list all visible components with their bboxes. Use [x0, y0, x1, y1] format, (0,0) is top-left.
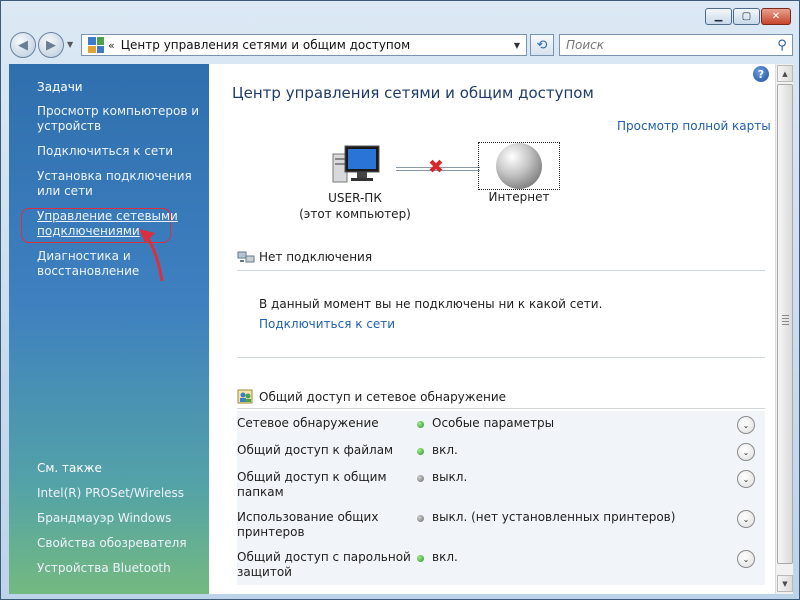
address-dropdown-icon[interactable]: ▼: [508, 41, 526, 50]
control-panel-icon: [88, 37, 104, 53]
vertical-scrollbar[interactable]: ▲ ▼: [775, 64, 793, 594]
scroll-grip-icon: [782, 315, 789, 327]
help-icon[interactable]: ?: [753, 66, 769, 82]
status-on-icon: [417, 555, 424, 562]
breadcrumb-chevron-icon[interactable]: «: [108, 39, 115, 52]
status-off-icon: [417, 515, 424, 522]
globe-icon: [496, 143, 542, 189]
sharing-settings-table: Сетевое обнаружение Особые параметры ⌄ О…: [237, 411, 765, 585]
network-disconnected-icon: [237, 251, 255, 263]
refresh-icon: ⟲: [536, 37, 548, 53]
minimize-icon: ▁: [714, 10, 723, 22]
sharing-row-label: Общий доступ с парольной защитой: [237, 550, 411, 579]
chevron-down-icon: ⌄: [742, 514, 750, 524]
close-icon: ✕: [771, 10, 781, 22]
address-bar[interactable]: « Центр управления сетями и общим доступ…: [81, 34, 527, 56]
sharing-row-label: Использование общих принтеров: [237, 510, 379, 539]
expand-button[interactable]: ⌄: [737, 470, 755, 488]
search-box[interactable]: ⚲: [559, 34, 793, 56]
sidebar-item-diagnostics[interactable]: Диагностика и восстановление: [37, 249, 202, 279]
no-connection-header: Нет подключения: [237, 249, 372, 265]
computer-icon: [332, 145, 380, 183]
address-text[interactable]: Центр управления сетями и общим доступом: [121, 38, 508, 52]
sharing-row-printer-sharing: Использование общих принтеров выкл. (нет…: [237, 505, 765, 545]
caption-buttons: ▁ ▢ ✕: [705, 8, 791, 25]
sharing-row-label: Сетевое обнаружение: [237, 416, 379, 430]
divider: [237, 408, 765, 409]
main-content: ? Центр управления сетями и общим доступ…: [209, 64, 775, 594]
forward-arrow-icon: ▶: [46, 37, 56, 53]
sharing-row-value: Особые параметры: [432, 416, 555, 430]
sharing-row-network-discovery: Сетевое обнаружение Особые параметры ⌄: [237, 411, 765, 438]
sharing-header: Общий доступ и сетевое обнаружение: [237, 389, 506, 405]
scroll-thumb[interactable]: [777, 84, 793, 564]
navigation-bar: ◀ ▶ ▼ « Центр управления сетями и общим …: [9, 31, 793, 59]
back-button[interactable]: ◀: [10, 32, 36, 58]
back-arrow-icon: ◀: [18, 37, 28, 53]
refresh-button[interactable]: ⟲: [530, 34, 554, 56]
close-button[interactable]: ✕: [761, 8, 791, 25]
view-full-map-link[interactable]: Просмотр полной карты: [617, 119, 771, 133]
scroll-up-button[interactable]: ▲: [777, 65, 793, 82]
see-also-title: См. также: [37, 461, 102, 475]
page-title: Центр управления сетями и общим доступом: [232, 84, 594, 102]
sidebar-item-intel-proset[interactable]: Intel(R) PROSet/Wireless: [37, 486, 202, 501]
sidebar-item-bluetooth[interactable]: Устройства Bluetooth: [37, 561, 202, 576]
divider: [237, 270, 765, 271]
chevron-down-icon: ⌄: [742, 554, 750, 564]
sidebar-item-internet-options[interactable]: Свойства обозревателя: [37, 536, 202, 551]
sharing-title: Общий доступ и сетевое обнаружение: [259, 390, 507, 404]
minimize-button[interactable]: ▁: [705, 8, 732, 25]
maximize-button[interactable]: ▢: [733, 8, 760, 25]
sharing-row-file-sharing: Общий доступ к файлам вкл. ⌄: [237, 438, 765, 465]
scroll-down-button[interactable]: ▼: [777, 575, 793, 592]
status-on-icon: [417, 421, 424, 428]
disconnected-x-icon[interactable]: ✖: [428, 156, 444, 178]
maximize-icon: ▢: [741, 10, 752, 22]
computer-label: USER-ПК (этот компьютер): [289, 190, 421, 222]
sharing-row-value: вкл.: [432, 443, 458, 457]
recent-pages-dropdown[interactable]: ▼: [67, 40, 73, 49]
connect-to-network-link[interactable]: Подключиться к сети: [259, 317, 395, 331]
sidebar-item-setup-connection[interactable]: Установка подключения или сети: [37, 169, 202, 199]
sharing-row-value: выкл.: [432, 470, 468, 484]
search-input[interactable]: [560, 38, 772, 52]
status-on-icon: [417, 448, 424, 455]
computer-caption: (этот компьютер): [299, 207, 411, 221]
sharing-row-password-protection: Общий доступ с парольной защитой вкл. ⌄: [237, 545, 765, 585]
search-icon[interactable]: ⚲: [772, 38, 792, 53]
status-off-icon: [417, 475, 424, 482]
expand-button[interactable]: ⌄: [737, 510, 755, 528]
chevron-down-icon: ⌄: [742, 447, 750, 457]
expand-button[interactable]: ⌄: [737, 550, 755, 568]
chevron-down-icon: ⌄: [742, 420, 750, 430]
sharing-users-icon: [237, 389, 253, 404]
internet-label: Интернет: [488, 190, 550, 204]
task-pane: Задачи Просмотр компьютеров и устройств …: [9, 64, 209, 594]
sharing-row-value: выкл. (нет установленных принтеров): [432, 510, 676, 524]
tasks-title: Задачи: [37, 80, 83, 94]
sidebar-item-view-computers[interactable]: Просмотр компьютеров и устройств: [37, 104, 202, 134]
divider: [237, 357, 765, 358]
sharing-row-label: Общий доступ к общим папкам: [237, 470, 387, 499]
computer-name: USER-ПК: [328, 191, 382, 205]
sharing-row-public-folders: Общий доступ к общим папкам выкл. ⌄: [237, 465, 765, 505]
sidebar-item-firewall[interactable]: Брандмауэр Windows: [37, 511, 202, 526]
forward-button[interactable]: ▶: [38, 32, 64, 58]
no-connection-message: В данный момент вы не подключены ни к ка…: [259, 297, 603, 311]
sharing-row-value: вкл.: [432, 550, 458, 564]
sidebar-item-connect-network[interactable]: Подключиться к сети: [37, 144, 202, 159]
sharing-row-label: Общий доступ к файлам: [237, 443, 394, 457]
expand-button[interactable]: ⌄: [737, 416, 755, 434]
window-frame: ▁ ▢ ✕ ◀ ▶ ▼ « Центр управления сетями и …: [0, 0, 800, 600]
expand-button[interactable]: ⌄: [737, 443, 755, 461]
internet-node[interactable]: [478, 142, 560, 190]
no-connection-title: Нет подключения: [259, 250, 373, 264]
chevron-down-icon: ⌄: [742, 474, 750, 484]
